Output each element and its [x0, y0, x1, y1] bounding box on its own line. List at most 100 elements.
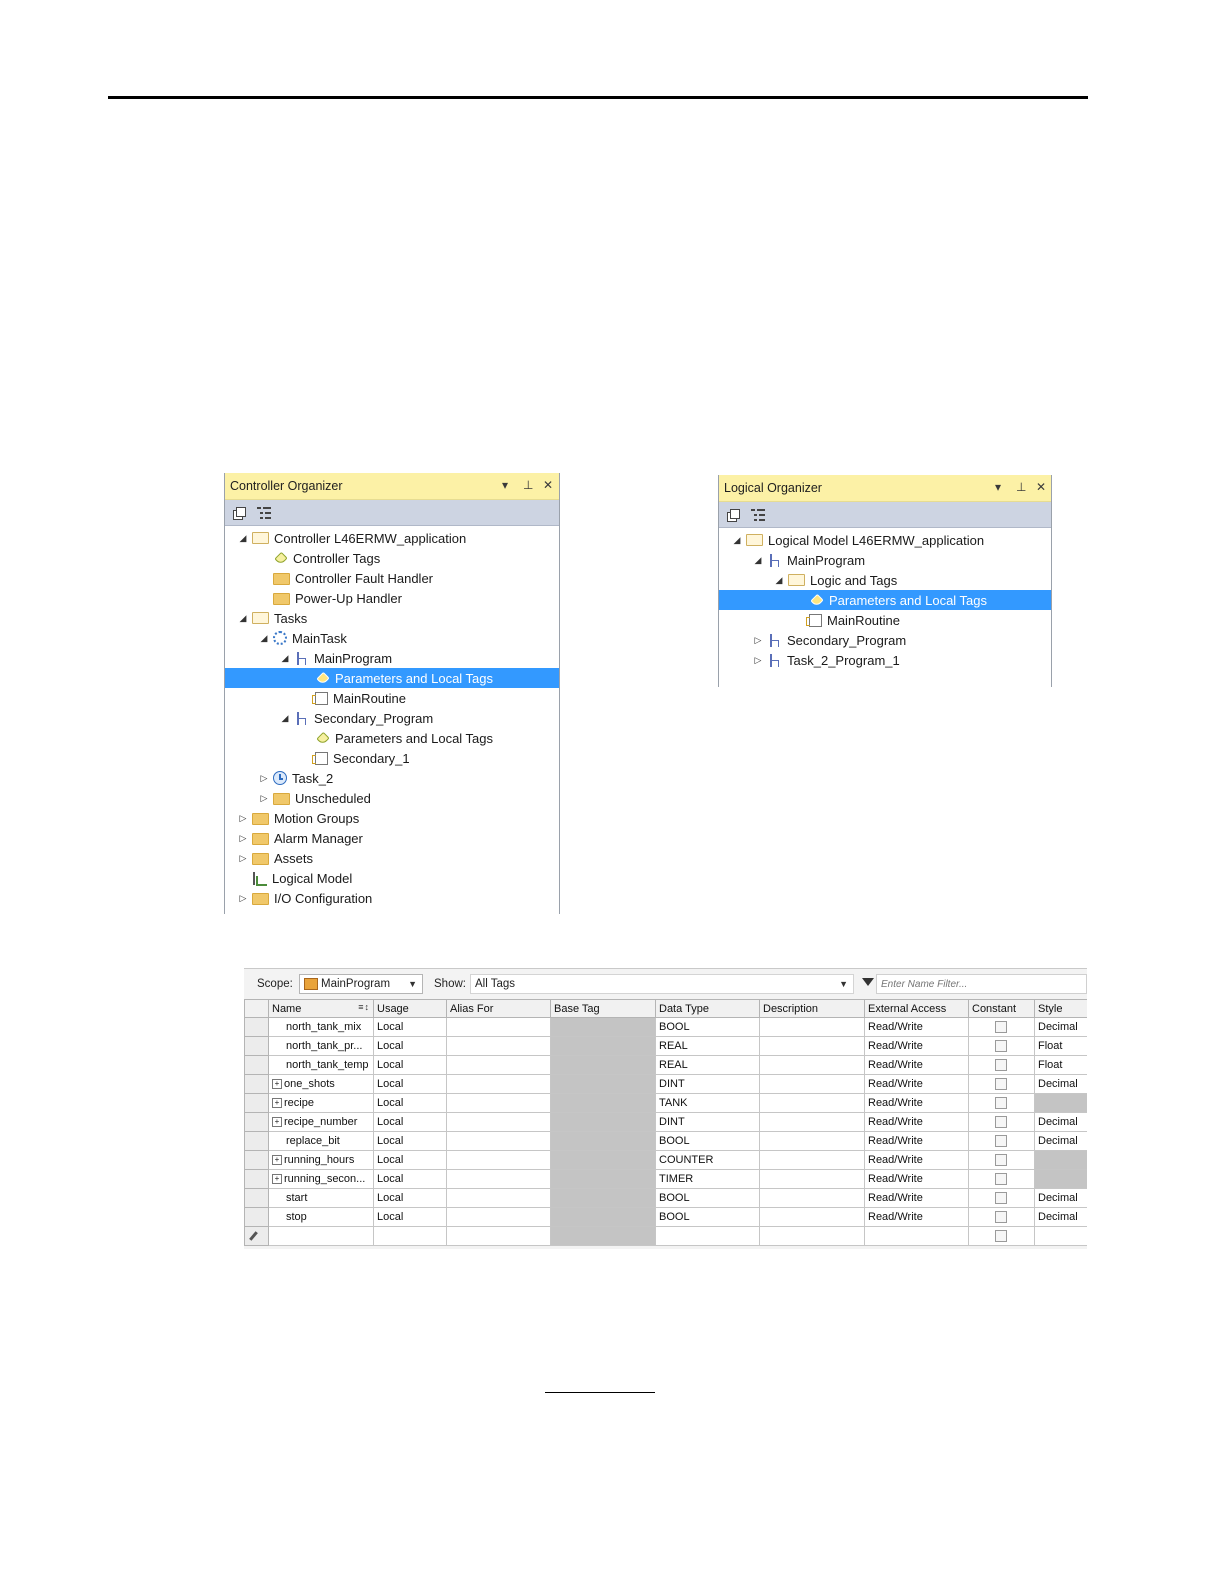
table-row[interactable]: replace_bit Local BOOL Read/Write Decimal [244, 1131, 1087, 1151]
tree-item-parameters-and-local-tags[interactable]: Parameters and Local Tags [225, 728, 559, 748]
tree-item-logical-model[interactable]: Logical Model [225, 868, 559, 888]
collapsed-arrow-icon[interactable]: ▷ [237, 813, 249, 824]
expand-plus-icon[interactable]: + [272, 1079, 282, 1090]
column-header-base-tag[interactable]: Base Tag [550, 999, 656, 1018]
constant-checkbox[interactable] [995, 1116, 1007, 1128]
expanded-arrow-icon[interactable]: ◢ [731, 535, 743, 546]
data-type-cell[interactable]: DINT [655, 1074, 760, 1094]
data-type-cell[interactable]: BOOL [655, 1131, 760, 1151]
data-type-cell[interactable]: BOOL [655, 1188, 760, 1208]
table-row[interactable]: + recipe_number Local DINT Read/Write Decimal [244, 1112, 1087, 1132]
expanded-arrow-icon[interactable]: ◢ [237, 533, 249, 544]
constant-checkbox[interactable] [995, 1192, 1007, 1204]
tree-item-logical-model-l46ermw-application[interactable]: ◢ Logical Model L46ERMW_application [719, 530, 1051, 550]
alias-for-cell[interactable] [446, 1093, 551, 1113]
row-header[interactable] [244, 1207, 269, 1227]
table-row[interactable]: + running_secon... Local TIMER Read/Write [244, 1169, 1087, 1189]
expanded-arrow-icon[interactable]: ◢ [258, 633, 270, 644]
filter-icon[interactable] [862, 978, 874, 986]
tree-item-mainroutine[interactable]: MainRoutine [719, 610, 1051, 630]
row-header[interactable] [244, 1188, 269, 1208]
column-header-external-access[interactable]: External Access [864, 999, 969, 1018]
usage-cell[interactable]: Local [373, 1017, 447, 1037]
close-icon[interactable]: ✕ [1036, 480, 1046, 494]
name-cell[interactable] [268, 1226, 374, 1246]
tree-view-icon[interactable] [257, 506, 272, 520]
table-row[interactable]: + one_shots Local DINT Read/Write Decimal [244, 1074, 1087, 1094]
expanded-arrow-icon[interactable]: ◢ [279, 653, 291, 664]
external-access-cell[interactable]: Read/Write [864, 1150, 969, 1170]
usage-cell[interactable]: Local [373, 1074, 447, 1094]
external-access-cell[interactable]: Read/Write [864, 1169, 969, 1189]
collapsed-arrow-icon[interactable]: ▷ [237, 853, 249, 864]
style-cell[interactable] [1034, 1093, 1087, 1113]
tree-item-mainroutine[interactable]: MainRoutine [225, 688, 559, 708]
style-cell[interactable] [1034, 1169, 1087, 1189]
description-cell[interactable] [759, 1036, 865, 1056]
row-header[interactable] [244, 1112, 269, 1132]
external-access-cell[interactable]: Read/Write [864, 1017, 969, 1037]
new-tag-row[interactable] [244, 1226, 1087, 1246]
row-header[interactable] [244, 1036, 269, 1056]
usage-cell[interactable]: Local [373, 1112, 447, 1132]
name-cell[interactable]: stop [268, 1207, 374, 1227]
collapsed-arrow-icon[interactable]: ▷ [258, 793, 270, 804]
usage-cell[interactable]: Local [373, 1207, 447, 1227]
expanded-arrow-icon[interactable]: ◢ [279, 713, 291, 724]
alias-for-cell[interactable] [446, 1150, 551, 1170]
usage-cell[interactable]: Local [373, 1093, 447, 1113]
style-cell[interactable]: Float [1034, 1036, 1087, 1056]
tree-item-alarm-manager[interactable]: ▷ Alarm Manager [225, 828, 559, 848]
usage-cell[interactable] [373, 1226, 447, 1246]
tree-item-secondary-1[interactable]: Secondary_1 [225, 748, 559, 768]
constant-checkbox[interactable] [995, 1230, 1007, 1242]
description-cell[interactable] [759, 1226, 865, 1246]
name-cell[interactable]: + recipe_number [268, 1112, 374, 1132]
style-cell[interactable]: Decimal [1034, 1112, 1087, 1132]
table-row[interactable]: stop Local BOOL Read/Write Decimal [244, 1207, 1087, 1227]
usage-cell[interactable]: Local [373, 1131, 447, 1151]
style-cell[interactable] [1034, 1226, 1087, 1246]
alias-for-cell[interactable] [446, 1017, 551, 1037]
tree-item-controller-l46ermw-application[interactable]: ◢ Controller L46ERMW_application [225, 528, 559, 548]
tree-item-mainprogram[interactable]: ◢ MainProgram [719, 550, 1051, 570]
column-header-usage[interactable]: Usage [373, 999, 447, 1018]
constant-checkbox[interactable] [995, 1154, 1007, 1166]
usage-cell[interactable]: Local [373, 1188, 447, 1208]
column-header-constant[interactable]: Constant [968, 999, 1035, 1018]
alias-for-cell[interactable] [446, 1207, 551, 1227]
row-header[interactable] [244, 1074, 269, 1094]
data-type-cell[interactable]: COUNTER [655, 1150, 760, 1170]
external-access-cell[interactable]: Read/Write [864, 1131, 969, 1151]
row-header[interactable] [244, 1131, 269, 1151]
name-filter-input[interactable] [876, 974, 1087, 994]
row-header[interactable] [244, 1226, 269, 1246]
data-type-cell[interactable]: REAL [655, 1036, 760, 1056]
style-cell[interactable]: Decimal [1034, 1074, 1087, 1094]
name-cell[interactable]: + one_shots [268, 1074, 374, 1094]
pin-icon[interactable]: ⊥ [523, 478, 533, 492]
tree-item-controller-tags[interactable]: Controller Tags [225, 548, 559, 568]
tree-item-controller-fault-handler[interactable]: Controller Fault Handler [225, 568, 559, 588]
column-header-name[interactable]: Name ≡↕ [268, 999, 374, 1018]
description-cell[interactable] [759, 1074, 865, 1094]
collapsed-arrow-icon[interactable]: ▷ [237, 893, 249, 904]
expand-plus-icon[interactable]: + [272, 1117, 282, 1128]
data-type-cell[interactable]: DINT [655, 1112, 760, 1132]
column-header-style[interactable]: Style [1034, 999, 1087, 1018]
name-cell[interactable]: north_tank_mix [268, 1017, 374, 1037]
constant-checkbox[interactable] [995, 1173, 1007, 1185]
name-cell[interactable]: north_tank_temp [268, 1055, 374, 1075]
name-cell[interactable]: start [268, 1188, 374, 1208]
name-cell[interactable]: + running_secon... [268, 1169, 374, 1189]
tree-view-icon[interactable] [751, 508, 766, 522]
sort-icon[interactable]: ≡↕ [358, 1002, 370, 1012]
description-cell[interactable] [759, 1112, 865, 1132]
usage-cell[interactable]: Local [373, 1036, 447, 1056]
name-cell[interactable]: + running_hours [268, 1150, 374, 1170]
external-access-cell[interactable]: Read/Write [864, 1055, 969, 1075]
table-row[interactable]: north_tank_temp Local REAL Read/Write Float [244, 1055, 1087, 1075]
row-header[interactable] [244, 1093, 269, 1113]
tree-item-task-2[interactable]: ▷ Task_2 [225, 768, 559, 788]
column-header-description[interactable]: Description [759, 999, 865, 1018]
